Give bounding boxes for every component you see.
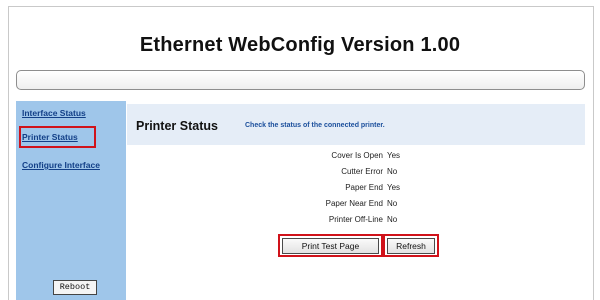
sidebar-item-configure-interface[interactable]: Configure Interface bbox=[22, 160, 100, 170]
print-test-page-highlight: Print Test Page bbox=[278, 234, 383, 257]
sidebar-item-interface-status[interactable]: Interface Status bbox=[22, 108, 86, 118]
status-row: Paper Near End No bbox=[309, 199, 449, 214]
page-title: Printer Status bbox=[136, 119, 218, 133]
content-header: Printer Status Check the status of the c… bbox=[127, 104, 585, 145]
printer-status-highlight bbox=[19, 126, 96, 148]
top-navigation-bar bbox=[16, 70, 585, 90]
refresh-button[interactable]: Refresh bbox=[387, 238, 435, 254]
status-value: No bbox=[387, 199, 398, 208]
status-label: Paper Near End bbox=[325, 199, 383, 208]
status-row: Cover Is Open Yes bbox=[309, 151, 449, 166]
page-subtitle: Check the status of the connected printe… bbox=[245, 122, 385, 129]
status-label: Cutter Error bbox=[341, 167, 383, 176]
status-label: Cover Is Open bbox=[331, 151, 383, 160]
status-value: No bbox=[387, 215, 398, 224]
refresh-highlight: Refresh bbox=[383, 234, 439, 257]
status-label: Paper End bbox=[345, 183, 383, 192]
status-row: Printer Off-Line No bbox=[309, 215, 449, 230]
reboot-button[interactable]: Reboot bbox=[53, 280, 97, 295]
status-row: Paper End Yes bbox=[309, 183, 449, 198]
status-value: Yes bbox=[387, 183, 401, 192]
status-value: No bbox=[387, 167, 398, 176]
status-label: Printer Off-Line bbox=[328, 215, 383, 224]
status-value: Yes bbox=[387, 151, 401, 160]
app-title: Ethernet WebConfig Version 1.00 bbox=[139, 34, 461, 56]
status-row: Cutter Error No bbox=[309, 167, 449, 182]
print-test-page-button[interactable]: Print Test Page bbox=[282, 238, 379, 254]
